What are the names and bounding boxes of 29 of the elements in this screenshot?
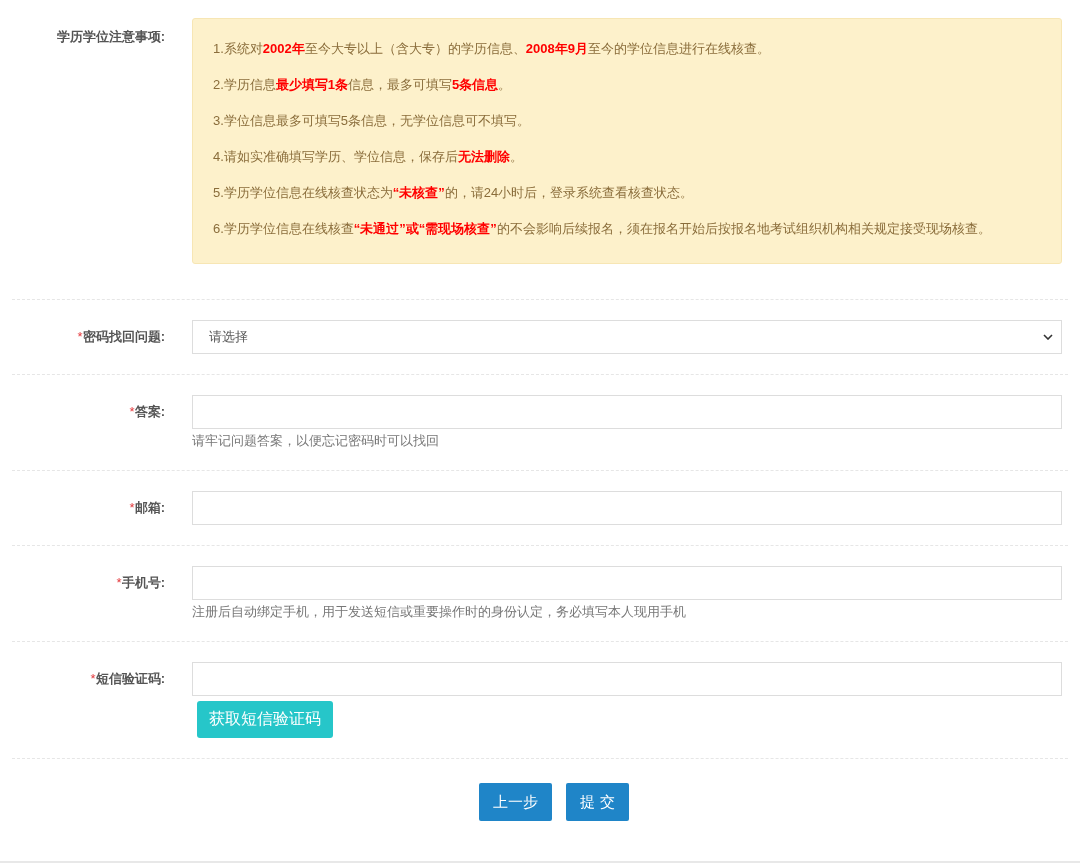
notice-item: 1.系统对2002年至今大专以上（含大专）的学历信息、2008年9月至今的学位信息进行在线核查。 (213, 40, 771, 58)
chevron-down-icon (1043, 334, 1053, 340)
input-field[interactable] (192, 662, 1062, 696)
notice-item: 6.学历学位信息在线核查“未通过”或“需现场核查”的不会影响后续报名，须在报名开始后按报名地考试组织机构相关规定接受现场核查。 (213, 220, 992, 238)
notice-item: 4.请如实准确填写学历、学位信息，保存后无法删除。 (213, 148, 524, 166)
input-field[interactable] (192, 395, 1062, 429)
submit-button[interactable]: 提 交 (566, 783, 629, 821)
select-value: 请选择 (209, 328, 248, 346)
input-field[interactable] (192, 491, 1062, 525)
field-hint: 请牢记问题答案，以便忘记密码时可以找回 (192, 432, 439, 450)
notice-item: 3.学位信息最多可填写5条信息，无学位信息可不填写。 (213, 112, 532, 130)
select-field[interactable]: 请选择 (192, 320, 1062, 354)
field-label: *短信验证码: (90, 671, 165, 686)
previous-button[interactable]: 上一步 (479, 783, 553, 821)
get-code-button[interactable]: 获取短信验证码 (197, 701, 333, 738)
required-mark: * (77, 329, 83, 344)
notice-item: 2.学历信息最少填写1条信息，最多可填写5条信息。 (213, 76, 513, 94)
field-label: *邮箱: (129, 500, 165, 515)
input-field[interactable] (192, 566, 1062, 600)
notice-item: 5.学历学位信息在线核查状态为“未核查”的，请24小时后，登录系统查看核查状态。 (213, 184, 695, 202)
required-mark: * (129, 500, 135, 515)
field-label: *手机号: (116, 575, 165, 590)
field-hint: 注册后自动绑定手机，用于发送短信或重要操作时的身份认定，务必填写本人现用手机 (192, 603, 686, 621)
required-mark: * (116, 575, 122, 590)
field-label: *密码找回问题: (77, 329, 165, 344)
required-mark: * (129, 404, 135, 419)
field-label: *答案: (129, 404, 165, 419)
required-mark: * (90, 671, 96, 686)
notice-label: 学历学位注意事项: (56, 29, 165, 44)
